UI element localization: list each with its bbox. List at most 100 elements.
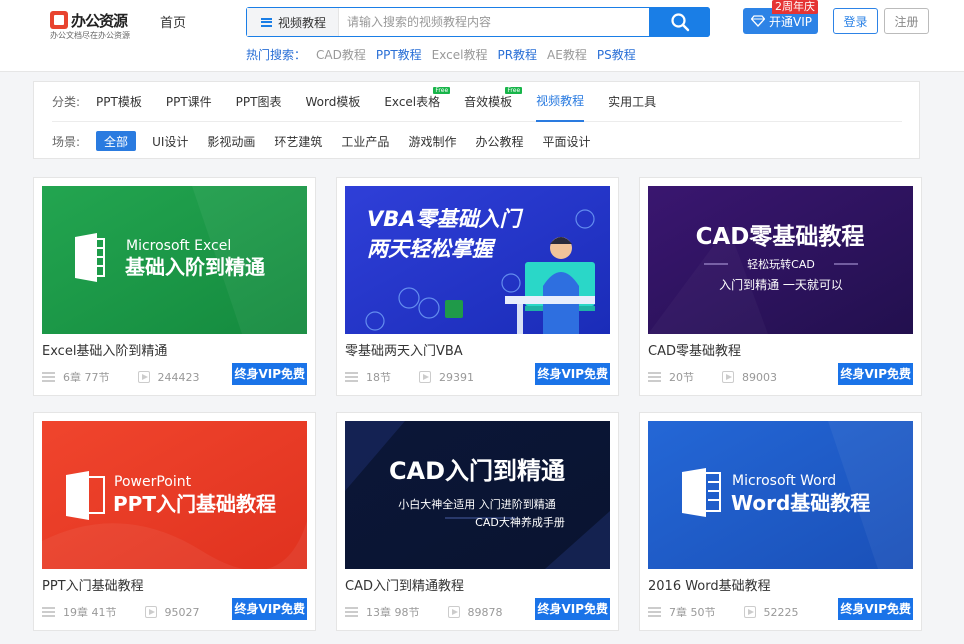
hot-search-item[interactable]: PS教程 — [597, 46, 636, 63]
course-thumbnail[interactable]: VBA零基础入门 两天轻松掌握 — [345, 186, 610, 334]
category-item[interactable]: Word模板 — [305, 82, 360, 122]
search-icon — [670, 13, 689, 32]
play-count-icon — [137, 371, 150, 383]
category-item[interactable]: PPT课件 — [166, 82, 212, 122]
category-item-active[interactable]: 视频教程 — [536, 82, 585, 122]
category-item[interactable]: PPT模板 — [96, 82, 142, 122]
course-title[interactable]: 2016 Word基础教程 — [648, 575, 771, 594]
course-card[interactable]: P PowerPoint PPT入门基础教程 PPT入门基础教程 19章 41节… — [33, 412, 316, 631]
cad-basic-cover-image: CAD零基础教程 轻松玩转CAD 入门到精通 一天就可以 — [648, 186, 913, 334]
course-meta: 19章 41节 95027 — [42, 604, 200, 620]
diamond-icon — [751, 15, 765, 27]
scene-item[interactable]: UI设计 — [152, 131, 188, 151]
scene-item[interactable]: 平面设计 — [542, 131, 590, 151]
category-label: 分类: — [52, 95, 81, 109]
lesson-count: 18节 — [366, 371, 391, 384]
course-thumbnail[interactable]: CAD零基础教程 轻松玩转CAD 入门到精通 一天就可以 — [648, 186, 913, 334]
register-button[interactable]: 注册 — [884, 8, 929, 34]
course-title[interactable]: CAD零基础教程 — [648, 340, 741, 359]
scene-item[interactable]: 办公教程 — [475, 131, 523, 151]
course-card[interactable]: CAD零基础教程 轻松玩转CAD 入门到精通 一天就可以 CAD零基础教程 20… — [639, 177, 922, 396]
thumb-line2: 小白大神全适用 入门进阶到精通 — [398, 497, 556, 511]
anniversary-badge: 2周年庆 — [772, 0, 818, 14]
play-count-icon — [722, 371, 734, 383]
search-category-label: 视频教程 — [278, 15, 327, 30]
thumb-line1: CAD入门到精通 — [389, 457, 565, 485]
cad-advanced-cover-image: CAD入门到精通 小白大神全适用 入门进阶到精通 CAD大神养成手册 — [345, 421, 610, 569]
hot-search-item[interactable]: PR教程 — [497, 46, 537, 63]
course-thumbnail[interactable]: W Microsoft Word Word基础教程 — [648, 421, 913, 569]
category-item-label: PPT图表 — [235, 95, 282, 109]
scene-item-active[interactable]: 全部 — [96, 131, 137, 151]
course-title[interactable]: PPT入门基础教程 — [42, 575, 144, 594]
category-item-label: 实用工具 — [608, 95, 657, 109]
lesson-count: 6章 77节 — [63, 371, 110, 384]
nav-home-link[interactable]: 首页 — [160, 12, 186, 31]
filter-panel: 分类: PPT模板 PPT课件 PPT图表 Word模板 Excel表格 Free… — [33, 81, 920, 159]
play-count-icon — [447, 606, 460, 618]
category-item[interactable]: Excel表格 Free — [384, 82, 451, 122]
search-input[interactable] — [347, 13, 637, 31]
excel-mini-icon — [445, 300, 463, 318]
ppt-cover-image: P PowerPoint PPT入门基础教程 — [42, 421, 307, 569]
chapter-list-icon — [648, 372, 661, 382]
hot-search-item[interactable]: Excel教程 — [432, 46, 488, 63]
hot-search-item[interactable]: PPT教程 — [376, 46, 422, 63]
course-title[interactable]: Excel基础入阶到精通 — [42, 340, 167, 359]
course-title[interactable]: 零基础两天入门VBA — [345, 340, 463, 359]
scene-item[interactable]: 环艺建筑 — [274, 131, 322, 151]
course-thumbnail[interactable]: P PowerPoint PPT入门基础教程 — [42, 421, 307, 569]
hot-search-label: 热门搜索： — [246, 48, 307, 62]
category-item[interactable]: 音效模板 Free — [464, 82, 523, 122]
thumb-line1: CAD零基础教程 — [696, 223, 865, 250]
view-count: 29391 — [439, 370, 474, 384]
search-button[interactable] — [649, 7, 710, 37]
site-logo[interactable]: 办公资源 办公文档尽在办公资源 — [50, 10, 132, 40]
lesson-count: 13章 98节 — [366, 606, 420, 619]
chapter-list-icon — [648, 607, 661, 617]
play-count-icon — [743, 606, 756, 618]
course-card[interactable]: CAD入门到精通 小白大神全适用 入门进阶到精通 CAD大神养成手册 CAD入门… — [336, 412, 619, 631]
vip-free-badge[interactable]: 终身VIP免费 — [535, 363, 610, 385]
course-title[interactable]: CAD入门到精通教程 — [345, 575, 464, 594]
category-item-label: PPT模板 — [96, 95, 142, 109]
category-item-label: 音效模板 — [464, 95, 513, 109]
thumb-line3: 入门到精通 一天就可以 — [719, 277, 843, 292]
view-count: 89878 — [467, 605, 503, 619]
course-card[interactable]: X Microsoft Excel 基础入阶到精通 Excel基础入阶到精通 6… — [33, 177, 316, 396]
course-thumbnail[interactable]: CAD入门到精通 小白大神全适用 入门进阶到精通 CAD大神养成手册 — [345, 421, 610, 569]
hot-search-item[interactable]: AE教程 — [547, 46, 587, 63]
vip-free-badge[interactable]: 终身VIP免费 — [535, 598, 610, 620]
lesson-count: 19章 41节 — [63, 606, 117, 619]
vip-free-badge[interactable]: 终身VIP免费 — [838, 598, 913, 620]
vip-free-badge[interactable]: 终身VIP免费 — [232, 363, 307, 385]
vip-free-badge[interactable]: 终身VIP免费 — [232, 598, 307, 620]
hot-search-item[interactable]: CAD教程 — [316, 46, 366, 63]
category-item-label: 视频教程 — [536, 94, 585, 108]
lesson-count: 20节 — [669, 371, 694, 384]
view-count: 244423 — [157, 370, 200, 384]
thumb-line2: Word基础教程 — [731, 491, 870, 515]
course-meta: 20节 89003 — [648, 369, 777, 385]
thumb-line2: 轻松玩转CAD — [747, 257, 815, 271]
category-item[interactable]: PPT图表 — [236, 82, 282, 122]
login-button[interactable]: 登录 — [833, 8, 878, 34]
chapter-list-icon — [345, 372, 358, 382]
excel-icon-letter: X — [79, 249, 96, 274]
hot-search-list: 热门搜索： CAD教程 PPT教程 Excel教程 PR教程 AE教程 PS教程 — [246, 46, 636, 63]
category-item[interactable]: 实用工具 — [608, 82, 656, 122]
scene-item[interactable]: 影视动画 — [207, 131, 255, 151]
chapter-list-icon — [42, 372, 55, 382]
thumb-line1: VBA零基础入门 — [367, 207, 524, 231]
vip-free-badge[interactable]: 终身VIP免费 — [838, 363, 913, 385]
scene-item[interactable]: 工业产品 — [341, 131, 389, 151]
scene-item[interactable]: 游戏制作 — [408, 131, 456, 151]
play-count-icon — [144, 606, 157, 618]
course-thumbnail[interactable]: X Microsoft Excel 基础入阶到精通 — [42, 186, 307, 334]
course-card[interactable]: W Microsoft Word Word基础教程 2016 Word基础教程 … — [639, 412, 922, 631]
course-card[interactable]: VBA零基础入门 两天轻松掌握 零基础两天入门VBA 18节 29391 终身V… — [336, 177, 619, 396]
lesson-count: 7章 50节 — [669, 606, 716, 619]
search-category-select[interactable]: 视频教程 — [247, 8, 339, 36]
course-meta: 13章 98节 89878 — [345, 604, 503, 620]
view-count: 95027 — [164, 605, 200, 619]
